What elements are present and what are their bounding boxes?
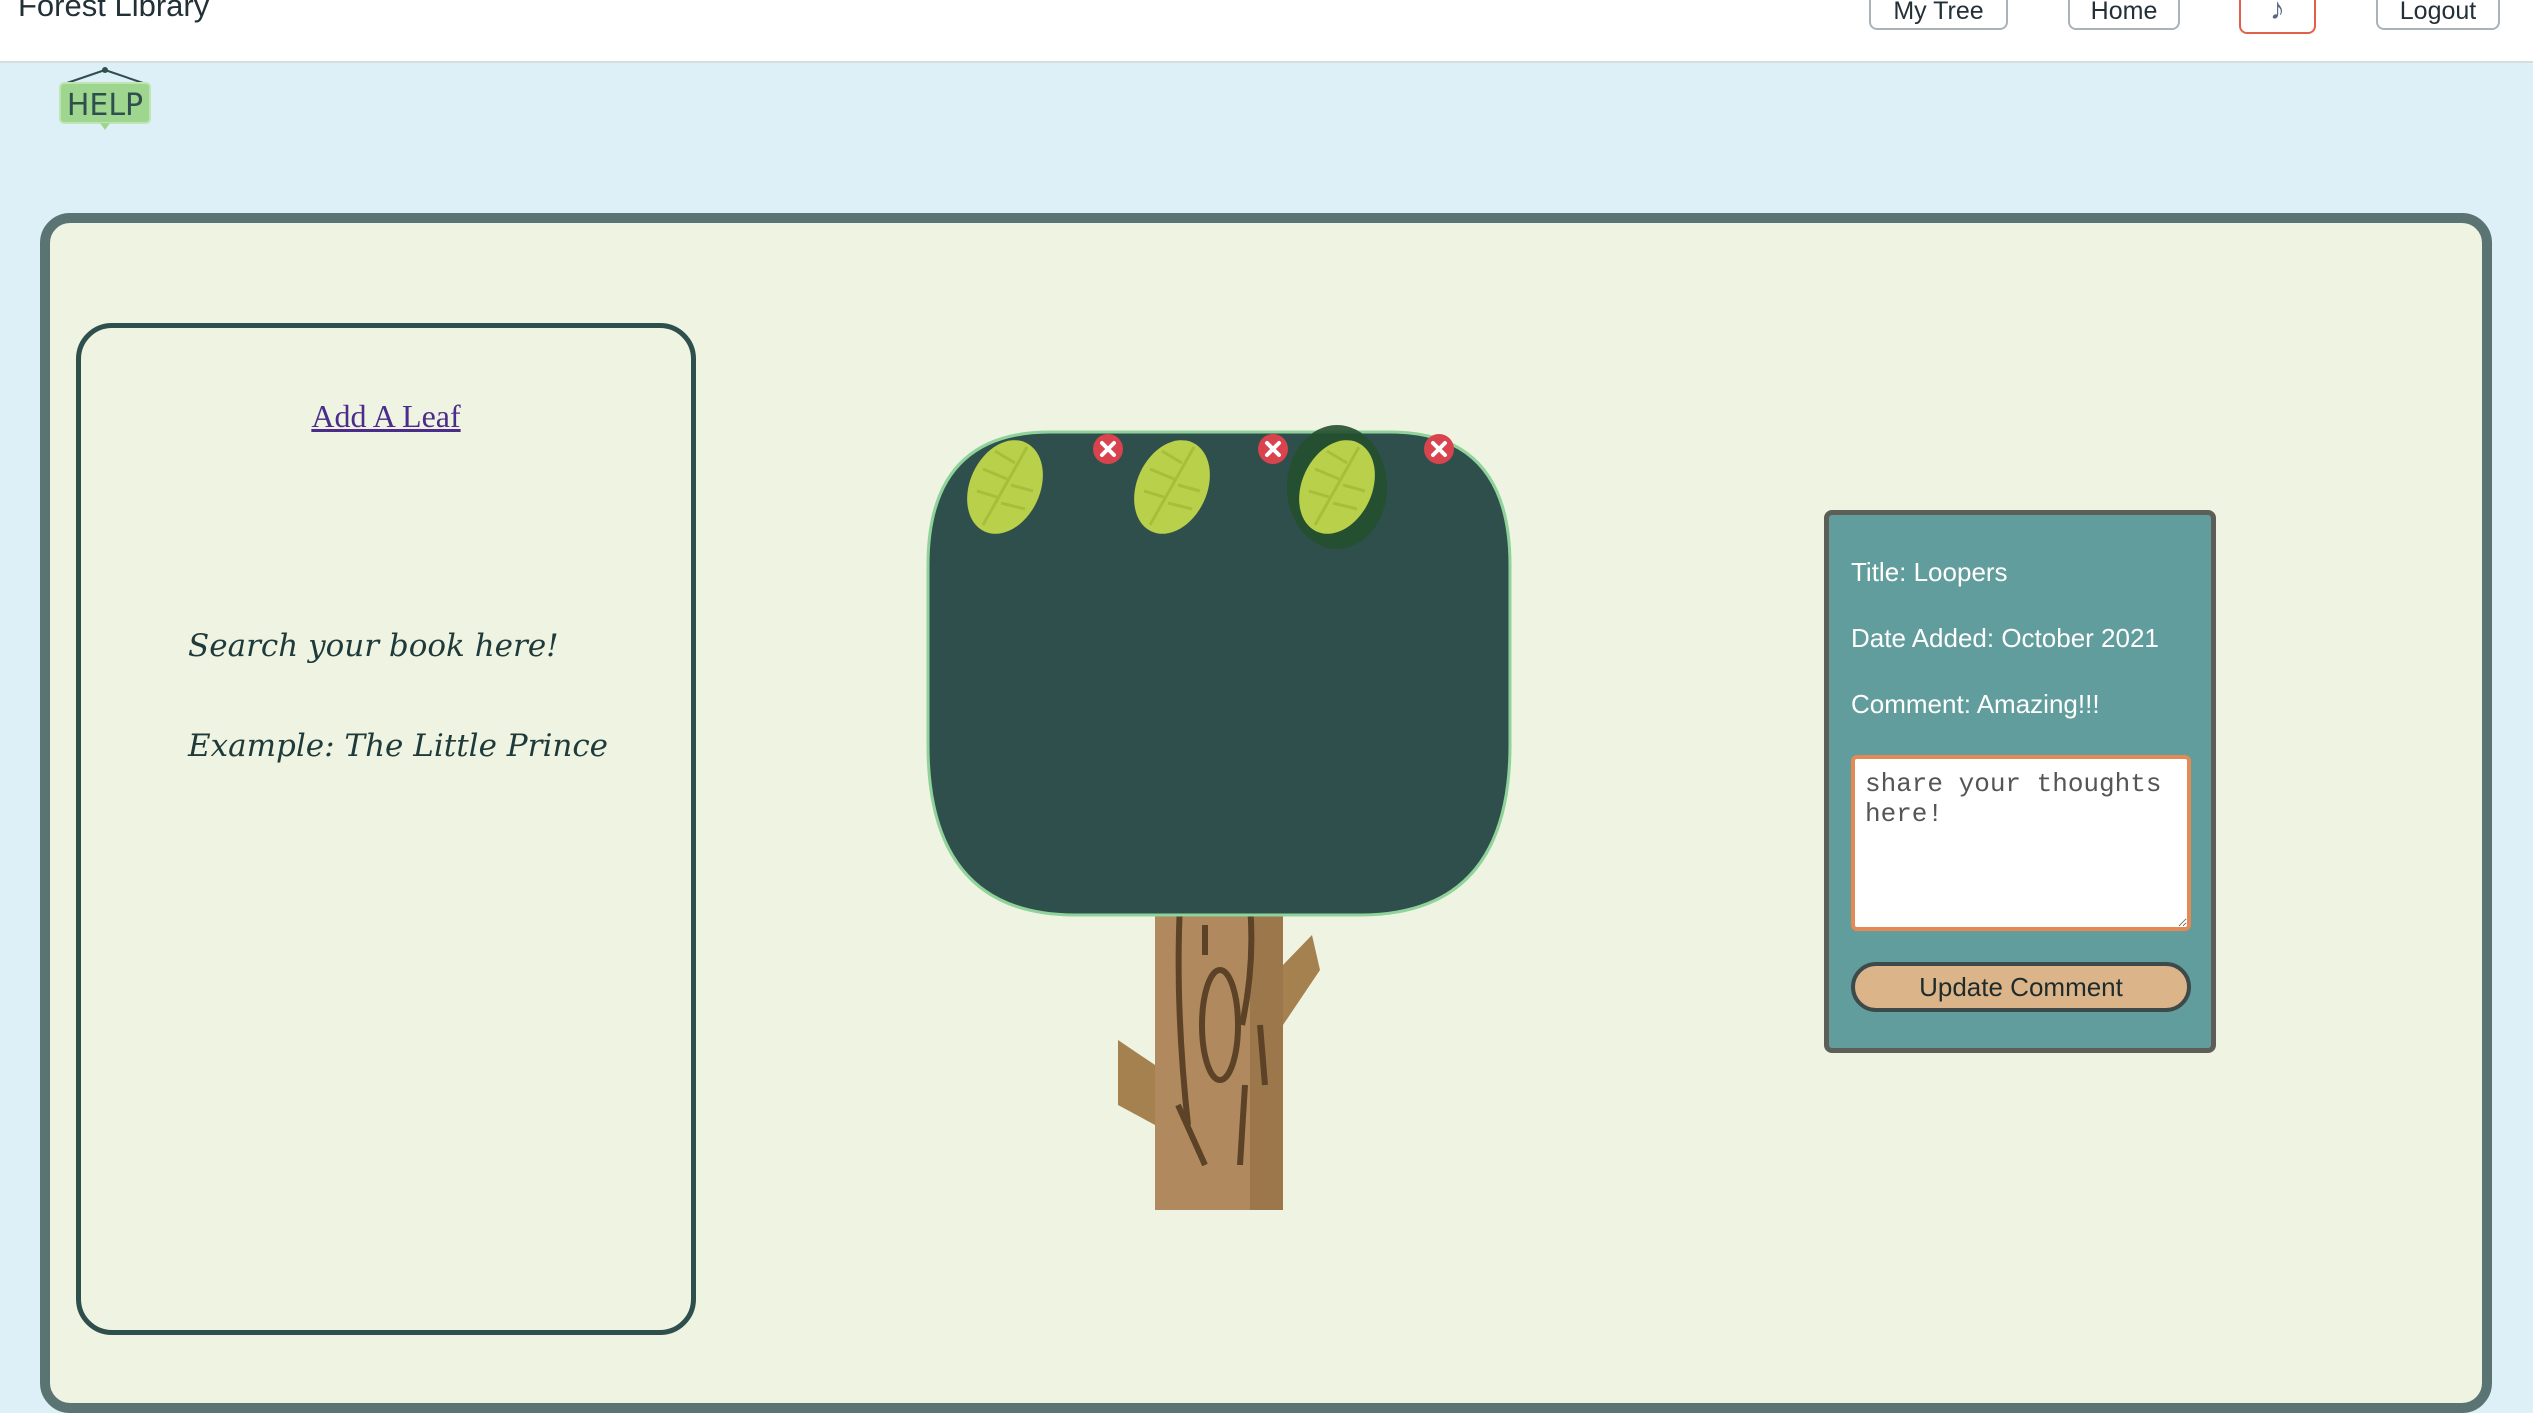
delete-leaf-1-button[interactable]	[1093, 434, 1123, 464]
book-comment: Comment: Amazing!!!	[1851, 689, 2100, 719]
nav-home-button[interactable]: Home	[2068, 0, 2180, 30]
music-note-icon: ♪	[2270, 0, 2285, 26]
help-label: HELP	[67, 88, 143, 123]
add-leaf-panel: Add A Leaf Search your book here! Exampl…	[76, 323, 696, 1335]
music-toggle-button[interactable]: ♪	[2239, 0, 2316, 34]
update-comment-button[interactable]: Update Comment	[1851, 962, 2191, 1012]
book-tree	[920, 425, 1520, 1215]
tree-trunk	[1118, 895, 1320, 1210]
help-sign-button[interactable]: HELP	[58, 64, 152, 130]
nav-logout-button[interactable]: Logout	[2376, 0, 2500, 30]
search-hint-text: Search your book here!	[188, 628, 559, 664]
delete-leaf-3-button[interactable]	[1424, 434, 1454, 464]
nav-my-tree-button[interactable]: My Tree	[1869, 0, 2008, 30]
example-hint-text: Example: The Little Prince	[188, 728, 609, 764]
add-leaf-link[interactable]: Add A Leaf	[81, 398, 691, 435]
top-navbar: Forest Library My Tree Home ♪ Logout	[0, 0, 2533, 63]
hanging-sign-icon: HELP	[59, 67, 151, 130]
app-title[interactable]: Forest Library	[18, 0, 209, 24]
book-title: Title: Loopers	[1851, 557, 2008, 587]
date-added: Date Added: October 2021	[1851, 623, 2159, 653]
book-info-card: Title: Loopers Date Added: October 2021 …	[1824, 510, 2216, 1053]
delete-leaf-2-button[interactable]	[1258, 434, 1288, 464]
comment-textarea[interactable]	[1851, 755, 2191, 931]
